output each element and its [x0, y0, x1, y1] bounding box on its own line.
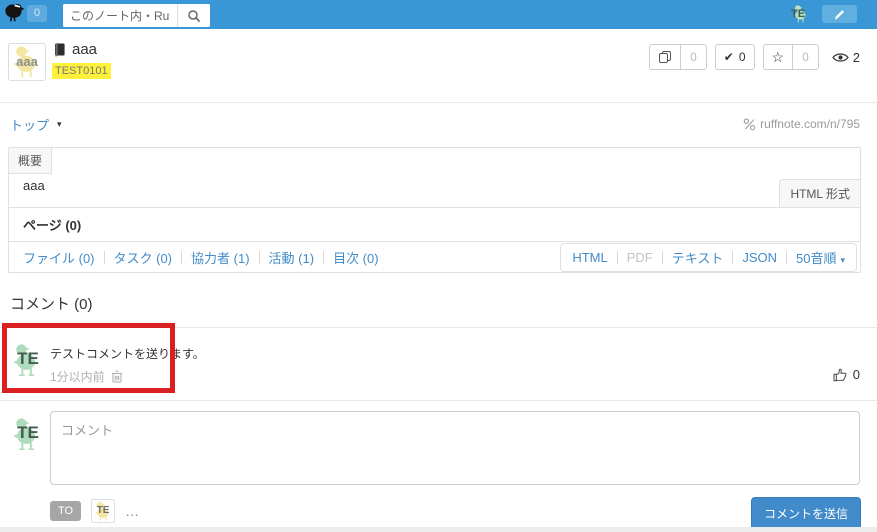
sort-order-label: 50音順	[796, 251, 836, 266]
search-input[interactable]	[63, 4, 177, 27]
fork-count[interactable]: 0	[681, 44, 707, 70]
avatar-initials: aaa	[9, 54, 45, 69]
commenter-avatar[interactable]: TE	[10, 341, 46, 377]
comment-textarea[interactable]	[50, 411, 860, 485]
pages-section-header: ページ (0)	[9, 207, 860, 241]
search-icon	[187, 9, 201, 23]
copy-icon	[658, 50, 672, 64]
view-counter: 2	[832, 50, 860, 65]
nav-link-toc[interactable]: 目次 (0)	[333, 248, 379, 267]
nav-link-collaborators[interactable]: 協力者 (1)	[191, 248, 250, 267]
like-button[interactable]: 0	[833, 367, 860, 382]
comment-text: テストコメントを送ります。	[50, 345, 205, 362]
star-icon: ☆	[772, 49, 785, 66]
new-note-button[interactable]	[822, 5, 857, 23]
breadcrumb-row: トップ ▾ ruffnote.com/n/795	[0, 104, 877, 147]
note-tag[interactable]: TEST0101	[52, 63, 111, 79]
link-icon	[743, 118, 756, 131]
export-link-json[interactable]: JSON	[742, 250, 777, 265]
avatar-initials: TE	[92, 505, 114, 516]
breadcrumb-current: トップ	[10, 115, 49, 134]
search-button[interactable]	[177, 4, 210, 27]
watch-button[interactable]: ✔ 0	[715, 44, 755, 70]
sort-order-dropdown[interactable]: 50音順 ▾	[796, 248, 845, 267]
star-button-group: ☆ 0	[763, 44, 819, 70]
export-links-box: HTML PDF テキスト JSON 50音順 ▾	[560, 243, 857, 272]
comment-form-toolbar: TO TE …	[50, 499, 141, 523]
divider	[662, 251, 663, 264]
export-link-pdf: PDF	[627, 250, 653, 265]
html-format-button[interactable]: HTML 形式	[779, 179, 860, 207]
divider	[617, 251, 618, 264]
notebook-icon	[52, 42, 66, 57]
to-mention-button[interactable]: TO	[50, 501, 81, 521]
note-stats: 0 ✔ 0 ☆ 0 2	[649, 44, 860, 70]
nav-link-tasks[interactable]: タスク (0)	[114, 248, 173, 267]
note-links-row: ファイル (0) タスク (0) 協力者 (1) 活動 (1) 目次 (0) H…	[9, 241, 860, 272]
eye-icon	[832, 52, 849, 63]
watch-count: 0	[739, 50, 746, 64]
nav-link-files[interactable]: ファイル (0)	[23, 248, 95, 267]
check-icon: ✔	[724, 50, 734, 64]
note-header: aaa aaa TEST0101 0 ✔ 0 ☆ 0	[0, 29, 877, 103]
divider	[104, 251, 105, 264]
tab-strip: 概要	[9, 148, 860, 174]
avatar-initials: TE	[10, 349, 46, 369]
submit-comment-button[interactable]: コメントを送信	[751, 497, 861, 530]
comments-heading: コメント (0)	[10, 293, 93, 314]
note-title: aaa	[72, 41, 97, 58]
view-count: 2	[853, 50, 860, 65]
comment-form: TE TO TE … コメントを送信	[0, 402, 877, 527]
top-navigation-bar: 0 TE	[0, 0, 877, 29]
current-user-avatar: TE	[10, 415, 46, 451]
tab-overview[interactable]: 概要	[9, 148, 52, 174]
mention-user-avatar[interactable]: TE	[91, 499, 115, 523]
more-options[interactable]: …	[125, 503, 141, 519]
avatar-initials: TE	[10, 423, 46, 443]
trash-icon	[111, 370, 123, 383]
star-count[interactable]: 0	[793, 44, 819, 70]
chevron-down-icon: ▾	[57, 119, 62, 130]
footer-edge	[0, 527, 877, 532]
comment-timestamp: 1分以内前	[50, 368, 105, 385]
notification-count-badge[interactable]: 0	[27, 5, 47, 22]
comment-meta: 1分以内前	[50, 368, 123, 385]
divider	[323, 251, 324, 264]
delete-comment-button[interactable]	[111, 370, 123, 383]
comment-list: TE テストコメントを送ります。 1分以内前 0	[0, 327, 877, 401]
export-link-html[interactable]: HTML	[572, 250, 607, 265]
star-button[interactable]: ☆	[763, 44, 794, 70]
search-bar	[63, 4, 210, 27]
like-count: 0	[853, 367, 860, 382]
note-title-row: aaa	[52, 41, 97, 58]
export-link-text[interactable]: テキスト	[672, 248, 724, 267]
breadcrumb[interactable]: トップ ▾	[10, 115, 62, 134]
note-permalink[interactable]: ruffnote.com/n/795	[743, 117, 860, 131]
fork-button-group: 0	[649, 44, 707, 70]
divider	[732, 251, 733, 264]
note-owner-avatar[interactable]: aaa	[8, 43, 46, 81]
overview-text: aaa	[23, 178, 45, 193]
permalink-text: ruffnote.com/n/795	[760, 117, 860, 131]
chevron-down-icon: ▾	[840, 255, 845, 265]
pencil-icon	[833, 8, 846, 21]
nav-link-activity[interactable]: 活動 (1)	[269, 248, 315, 267]
fork-button[interactable]	[649, 44, 681, 70]
overview-body: aaa HTML 形式	[9, 174, 860, 207]
ruffnote-bird-logo[interactable]	[3, 3, 27, 25]
divider	[259, 251, 260, 264]
overview-panel: 概要 aaa HTML 形式 ページ (0) ファイル (0) タスク (0) …	[8, 147, 861, 273]
thumbs-up-icon	[833, 368, 847, 382]
divider	[181, 251, 182, 264]
divider	[786, 251, 787, 264]
bird-icon	[3, 3, 26, 24]
